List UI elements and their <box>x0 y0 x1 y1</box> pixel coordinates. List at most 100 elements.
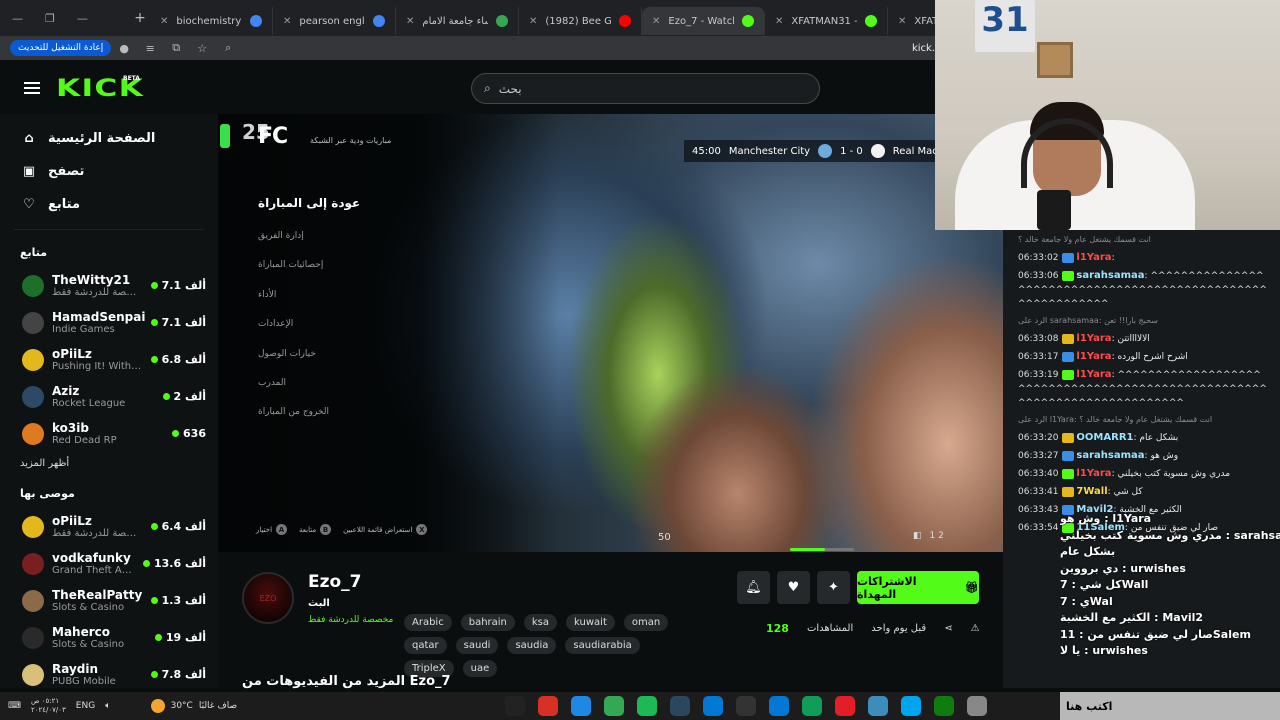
chat-username[interactable]: 7Wall <box>1076 486 1107 497</box>
stream-tag[interactable]: oman <box>623 614 669 631</box>
taskbar-app-icon[interactable] <box>835 696 855 716</box>
taskbar-app-icon[interactable] <box>802 696 822 716</box>
sidebar-nav-item[interactable]: ▣ تصفح <box>0 155 218 188</box>
taskbar-app-icon[interactable] <box>670 696 690 716</box>
sidebar-channel[interactable]: vodkafunkyGrand Theft Auto ... 13.6 ألف <box>0 545 218 582</box>
chat-username[interactable]: l1Yara <box>1076 369 1111 380</box>
pause-menu-item[interactable]: الأداء <box>258 290 360 319</box>
language-indicator[interactable]: ENG <box>76 701 95 711</box>
stream-tag[interactable]: Arabic <box>404 614 452 631</box>
clip-button[interactable]: ✦ <box>817 571 850 604</box>
pause-menu-item[interactable]: إحصائيات المباراة <box>258 260 360 289</box>
close-tab-icon[interactable]: ✕ <box>406 16 414 27</box>
taskbar-app-icon[interactable] <box>703 696 723 716</box>
share-icon[interactable]: ⋖ <box>944 623 952 634</box>
clock[interactable]: ٠٥:٢١ ص ٢٠٢٤/٠٧/٠٣ <box>31 697 66 715</box>
taskbar-app-icon[interactable] <box>934 696 954 716</box>
keyboard-icon[interactable]: ⌨ <box>8 701 21 711</box>
taskbar-app-icon[interactable] <box>868 696 888 716</box>
pause-menu-item[interactable]: خيارات الوصول <box>258 349 360 378</box>
browser-tab[interactable]: ✕ الاحساء جامعة الامام <box>396 7 519 35</box>
sidebar-channel[interactable]: HamadSenpai Indie Games 7.1 ألف <box>0 304 218 341</box>
chat-username[interactable]: l1Yara <box>1076 351 1111 362</box>
streamer-name[interactable]: Ezo_7 <box>308 572 362 592</box>
pause-menu-item[interactable]: الإعدادات <box>258 319 360 348</box>
weather-widget[interactable]: 30°C صاف غالبًا <box>150 699 237 713</box>
close-tab-icon[interactable]: ✕ <box>652 16 660 27</box>
sidebar-channel[interactable]: TheWitty21 مخصصة للدردشة فقط 7.1 ألف <box>0 267 218 304</box>
follow-button[interactable]: ♥ <box>777 571 810 604</box>
progress-bar[interactable] <box>790 548 854 551</box>
chat-input-bar[interactable]: اكتب هنا <box>1060 692 1280 720</box>
sidebar-channel[interactable]: Raydin PUBG Mobile 7.8 ألف <box>0 656 218 688</box>
taskbar-app-icon[interactable] <box>967 696 987 716</box>
browser-tab[interactable]: ✕ Ezo_7 - Watch the <box>642 7 765 35</box>
restart-update-button[interactable]: إعادة التشغيل للتحديث <box>10 40 112 56</box>
stream-tag[interactable]: ksa <box>523 614 558 631</box>
browser-tab[interactable]: ✕ XFATMAN31 - Watch <box>765 7 888 35</box>
taskbar-app-icon[interactable] <box>604 696 624 716</box>
streamer-avatar[interactable]: EZO <box>242 572 294 624</box>
new-tab-icon[interactable]: + <box>130 10 150 26</box>
taskbar-app-icon[interactable] <box>637 696 657 716</box>
stream-tag[interactable]: saudi <box>455 637 499 654</box>
browser-tab[interactable]: ✕ (1982) Bee Gees - Sta <box>519 7 642 35</box>
close-tab-icon[interactable]: ✕ <box>775 16 783 27</box>
report-icon[interactable]: ⚠ <box>971 623 980 634</box>
taskbar-app-icon[interactable] <box>538 696 558 716</box>
pause-menu-item[interactable]: الخروج من المباراة <box>258 407 360 436</box>
close-tab-icon[interactable]: ✕ <box>529 16 537 27</box>
menu-icon[interactable] <box>24 82 40 94</box>
bookmark-star-icon[interactable]: ☆ <box>189 42 215 55</box>
stream-category[interactable]: مخصصة للدردشة فقط <box>308 615 393 625</box>
taskbar-app-icon[interactable] <box>505 696 525 716</box>
browser-tab[interactable]: ✕ biochemistry - بحث <box>150 7 273 35</box>
taskbar-app-icon[interactable] <box>901 696 921 716</box>
restore-icon[interactable]: ❐ <box>45 12 55 25</box>
pause-menu-header[interactable]: عودة إلى المباراة <box>258 196 360 231</box>
gift-subs-button[interactable]: الاشتراكات المهداة 🎁︎ <box>857 571 979 604</box>
url-text[interactable]: kick. <box>912 43 935 54</box>
search-input[interactable]: ⌕ بحث <box>471 73 820 104</box>
chat-username[interactable]: sarahsamaa <box>1076 450 1144 461</box>
browser-tab[interactable]: ✕ pearson english - بحث <box>273 7 396 35</box>
stream-tag[interactable]: qatar <box>404 637 447 654</box>
close-window-icon[interactable]: — <box>77 12 88 25</box>
taskbar-app-icon[interactable] <box>769 696 789 716</box>
pause-menu-item[interactable]: إدارة الفريق <box>258 231 360 260</box>
minimize-icon[interactable]: — <box>12 12 23 25</box>
sidebar-nav-item[interactable]: ⌂ الصفحة الرئيسية <box>0 122 218 155</box>
close-tab-icon[interactable]: ✕ <box>283 16 291 27</box>
profile-icon[interactable]: ● <box>111 42 137 55</box>
sidebar-channel[interactable]: oPiiLzPushing It! With Si... 6.8 ألف <box>0 341 218 378</box>
taskbar-app-icon[interactable] <box>736 696 756 716</box>
chat-username[interactable]: l1Yara <box>1076 333 1111 344</box>
sidebar-channel[interactable]: oPiiLz مخصصة للدردشة فقط 6.4 ألف <box>0 508 218 545</box>
taskbar-app-icon[interactable] <box>571 696 591 716</box>
stream-tag[interactable]: bahrain <box>460 614 515 631</box>
stream-tag[interactable]: uae <box>462 660 498 677</box>
sidebar-channel[interactable]: ko3ib Red Dead RP 636 <box>0 415 218 452</box>
zoom-icon[interactable]: ⌕ <box>215 41 241 55</box>
chat-username[interactable]: OOMARR1 <box>1076 432 1133 443</box>
reading-list-icon[interactable]: ≡ <box>137 42 163 55</box>
pause-menu-item[interactable]: المدرب <box>258 378 360 407</box>
close-tab-icon[interactable]: ✕ <box>898 16 906 27</box>
extensions-icon[interactable]: ⧉ <box>163 41 189 55</box>
sidebar-channel[interactable]: Aziz Rocket League 2 ألف <box>0 378 218 415</box>
stream-tag[interactable]: kuwait <box>566 614 615 631</box>
stream-tag[interactable]: saudia <box>507 637 557 654</box>
chat-username[interactable]: sarahsamaa <box>1076 270 1144 281</box>
sidebar-channel[interactable]: TheRealPatty Slots & Casino 1.3 ألف <box>0 582 218 619</box>
video-player[interactable]: 25 FC مباريات ودية عبر الشبكة عودة إلى ا… <box>218 114 1003 552</box>
chat-username[interactable]: l1Yara <box>1076 252 1111 263</box>
stream-tag[interactable]: saudiarabia <box>565 637 640 654</box>
notifications-button[interactable]: 🔔︎ <box>737 571 770 604</box>
sidebar-nav-item[interactable]: ♡ متابع <box>0 188 218 221</box>
channel-name: oPiiLz <box>52 347 92 361</box>
show-more-link[interactable]: أظهر المزيد <box>0 452 218 473</box>
sidebar-channel[interactable]: Maherco Slots & Casino 19 ألف <box>0 619 218 656</box>
chat-username[interactable]: l1Yara <box>1076 468 1111 479</box>
volume-icon[interactable]: 🔈︎ <box>105 701 110 711</box>
close-tab-icon[interactable]: ✕ <box>160 16 168 27</box>
